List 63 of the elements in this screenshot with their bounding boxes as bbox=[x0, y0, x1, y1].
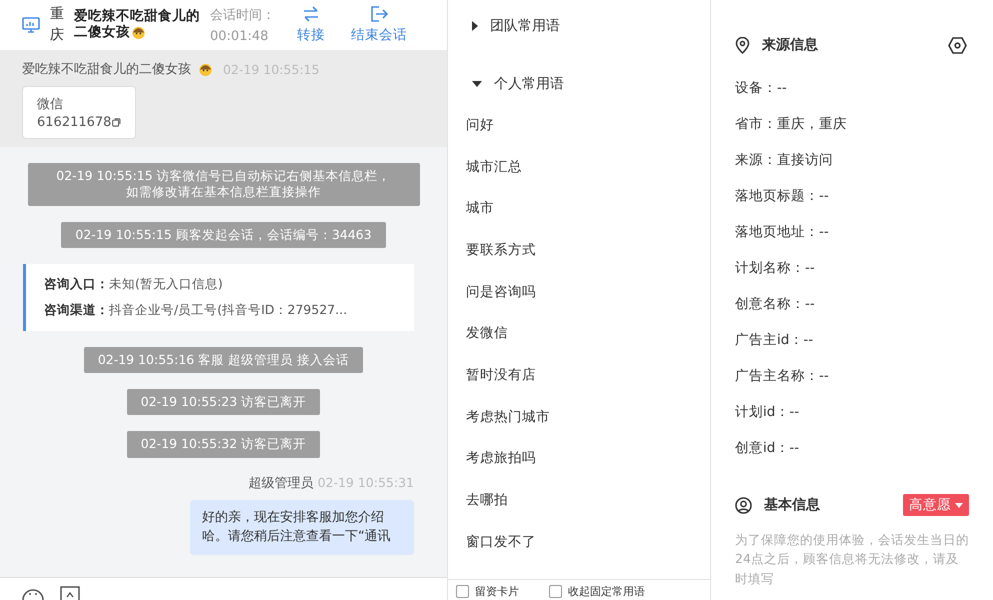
visitor-name: 爱吃辣不吃甜食儿的二傻女孩 bbox=[22, 61, 191, 78]
phrase-item[interactable]: 城市 bbox=[466, 187, 692, 230]
emoji-icon bbox=[131, 24, 146, 40]
phrase-item[interactable]: 城市汇总 bbox=[466, 146, 692, 188]
system-notice: 02-19 10:55:16 客服 超级管理员 接入会话 bbox=[84, 346, 364, 373]
city-label: 重庆 bbox=[50, 5, 64, 45]
info-field: 设备：-- bbox=[735, 70, 969, 106]
phrase-group[interactable]: 团队常用语 bbox=[466, 6, 692, 46]
phrase-item[interactable]: 暂时没有店 bbox=[466, 354, 692, 396]
emoji-icon bbox=[198, 62, 213, 76]
image-icon[interactable] bbox=[60, 586, 80, 600]
inquiry-label: 咨询渠道： bbox=[44, 302, 109, 317]
intent-dropdown[interactable]: 高意愿 bbox=[903, 494, 969, 516]
inquiry-value: 抖音企业号/员工号(抖音号ID：279527... bbox=[109, 302, 348, 317]
phrase-item[interactable]: 问是咨询吗 bbox=[466, 270, 692, 312]
monitor-icon bbox=[22, 16, 40, 34]
info-field: 落地页地址：-- bbox=[735, 214, 969, 250]
checkbox[interactable] bbox=[456, 584, 469, 598]
phrase-item[interactable]: 考虑热门城市 bbox=[466, 396, 692, 438]
exit-icon bbox=[370, 6, 388, 22]
info-field: 计划id：-- bbox=[735, 394, 969, 430]
sender-name: 超级管理员 bbox=[248, 476, 314, 490]
user-icon bbox=[735, 496, 752, 514]
system-notice: 02-19 10:55:32 访客已离开 bbox=[126, 431, 320, 458]
phrase-item[interactable]: 要联系方式 bbox=[466, 229, 692, 271]
phrase-item[interactable]: 去哪拍 bbox=[466, 479, 692, 521]
system-notice: 02-19 10:55:15 访客微信号已自动标记右侧基本信息栏， 如需修改请在基本信息栏直接操作 bbox=[28, 163, 420, 206]
account-number: 616211678 bbox=[37, 115, 112, 130]
location-pin-icon bbox=[735, 36, 750, 54]
message-time: 02-19 10:55:31 bbox=[318, 474, 414, 490]
info-field: 来源：直接访问 bbox=[735, 142, 969, 178]
timer-value: 00:01:48 bbox=[210, 29, 270, 44]
transfer-button[interactable]: 转接 bbox=[293, 6, 329, 44]
phrase-item[interactable]: 发微信 bbox=[466, 312, 692, 354]
timer-label: 会话时间： bbox=[210, 7, 275, 24]
phrase-item[interactable]: 窗口发不了 bbox=[466, 520, 692, 563]
system-notice: 02-19 10:55:23 访客已离开 bbox=[126, 389, 320, 416]
info-field: 广告主id：-- bbox=[735, 322, 969, 358]
settings-icon[interactable] bbox=[948, 36, 967, 54]
message-bubble: 好的亲，现在安排客服加您介绍哈。请您稍后注意查看一下“通讯 bbox=[190, 500, 414, 554]
visitor-name: 爱吃辣不吃甜食儿的二傻女孩 bbox=[74, 9, 200, 41]
checkbox-label: 留资卡片 bbox=[475, 584, 519, 598]
app-name: 微信 bbox=[37, 96, 64, 113]
phrase-item[interactable]: 问好 bbox=[466, 104, 692, 146]
checkbox-label: 收起固定常用语 bbox=[568, 584, 645, 598]
checkbox[interactable] bbox=[549, 584, 562, 598]
copy-icon[interactable] bbox=[112, 116, 121, 129]
inquiry-value: 未知(暂无入口信息) bbox=[109, 276, 223, 291]
section-title: 基本信息 bbox=[764, 496, 821, 514]
notice-text: 为了保障您的使用体验，会话发生当日的24点之后，顾客信息将无法修改，请及时填写 bbox=[735, 531, 969, 588]
info-field: 计划名称：-- bbox=[735, 250, 969, 286]
phrase-group[interactable]: 个人常用语 bbox=[466, 64, 692, 104]
phrase-item[interactable]: 考虑旅拍吗 bbox=[466, 438, 692, 480]
inquiry-label: 咨询入口： bbox=[44, 276, 109, 291]
section-title: 来源信息 bbox=[762, 36, 819, 54]
end-session-button[interactable]: 结束会话 bbox=[347, 6, 411, 44]
info-field: 创意名称：-- bbox=[735, 286, 969, 322]
swap-arrows-icon bbox=[302, 6, 320, 22]
info-field: 广告主名称：-- bbox=[735, 358, 969, 394]
system-notice: 02-19 10:55:15 顾客发起会话，会话编号：34463 bbox=[61, 222, 386, 248]
info-field: 落地页标题：-- bbox=[735, 178, 969, 214]
info-field: 创意id：-- bbox=[735, 430, 969, 466]
info-field: 省市：重庆，重庆 bbox=[735, 106, 969, 142]
